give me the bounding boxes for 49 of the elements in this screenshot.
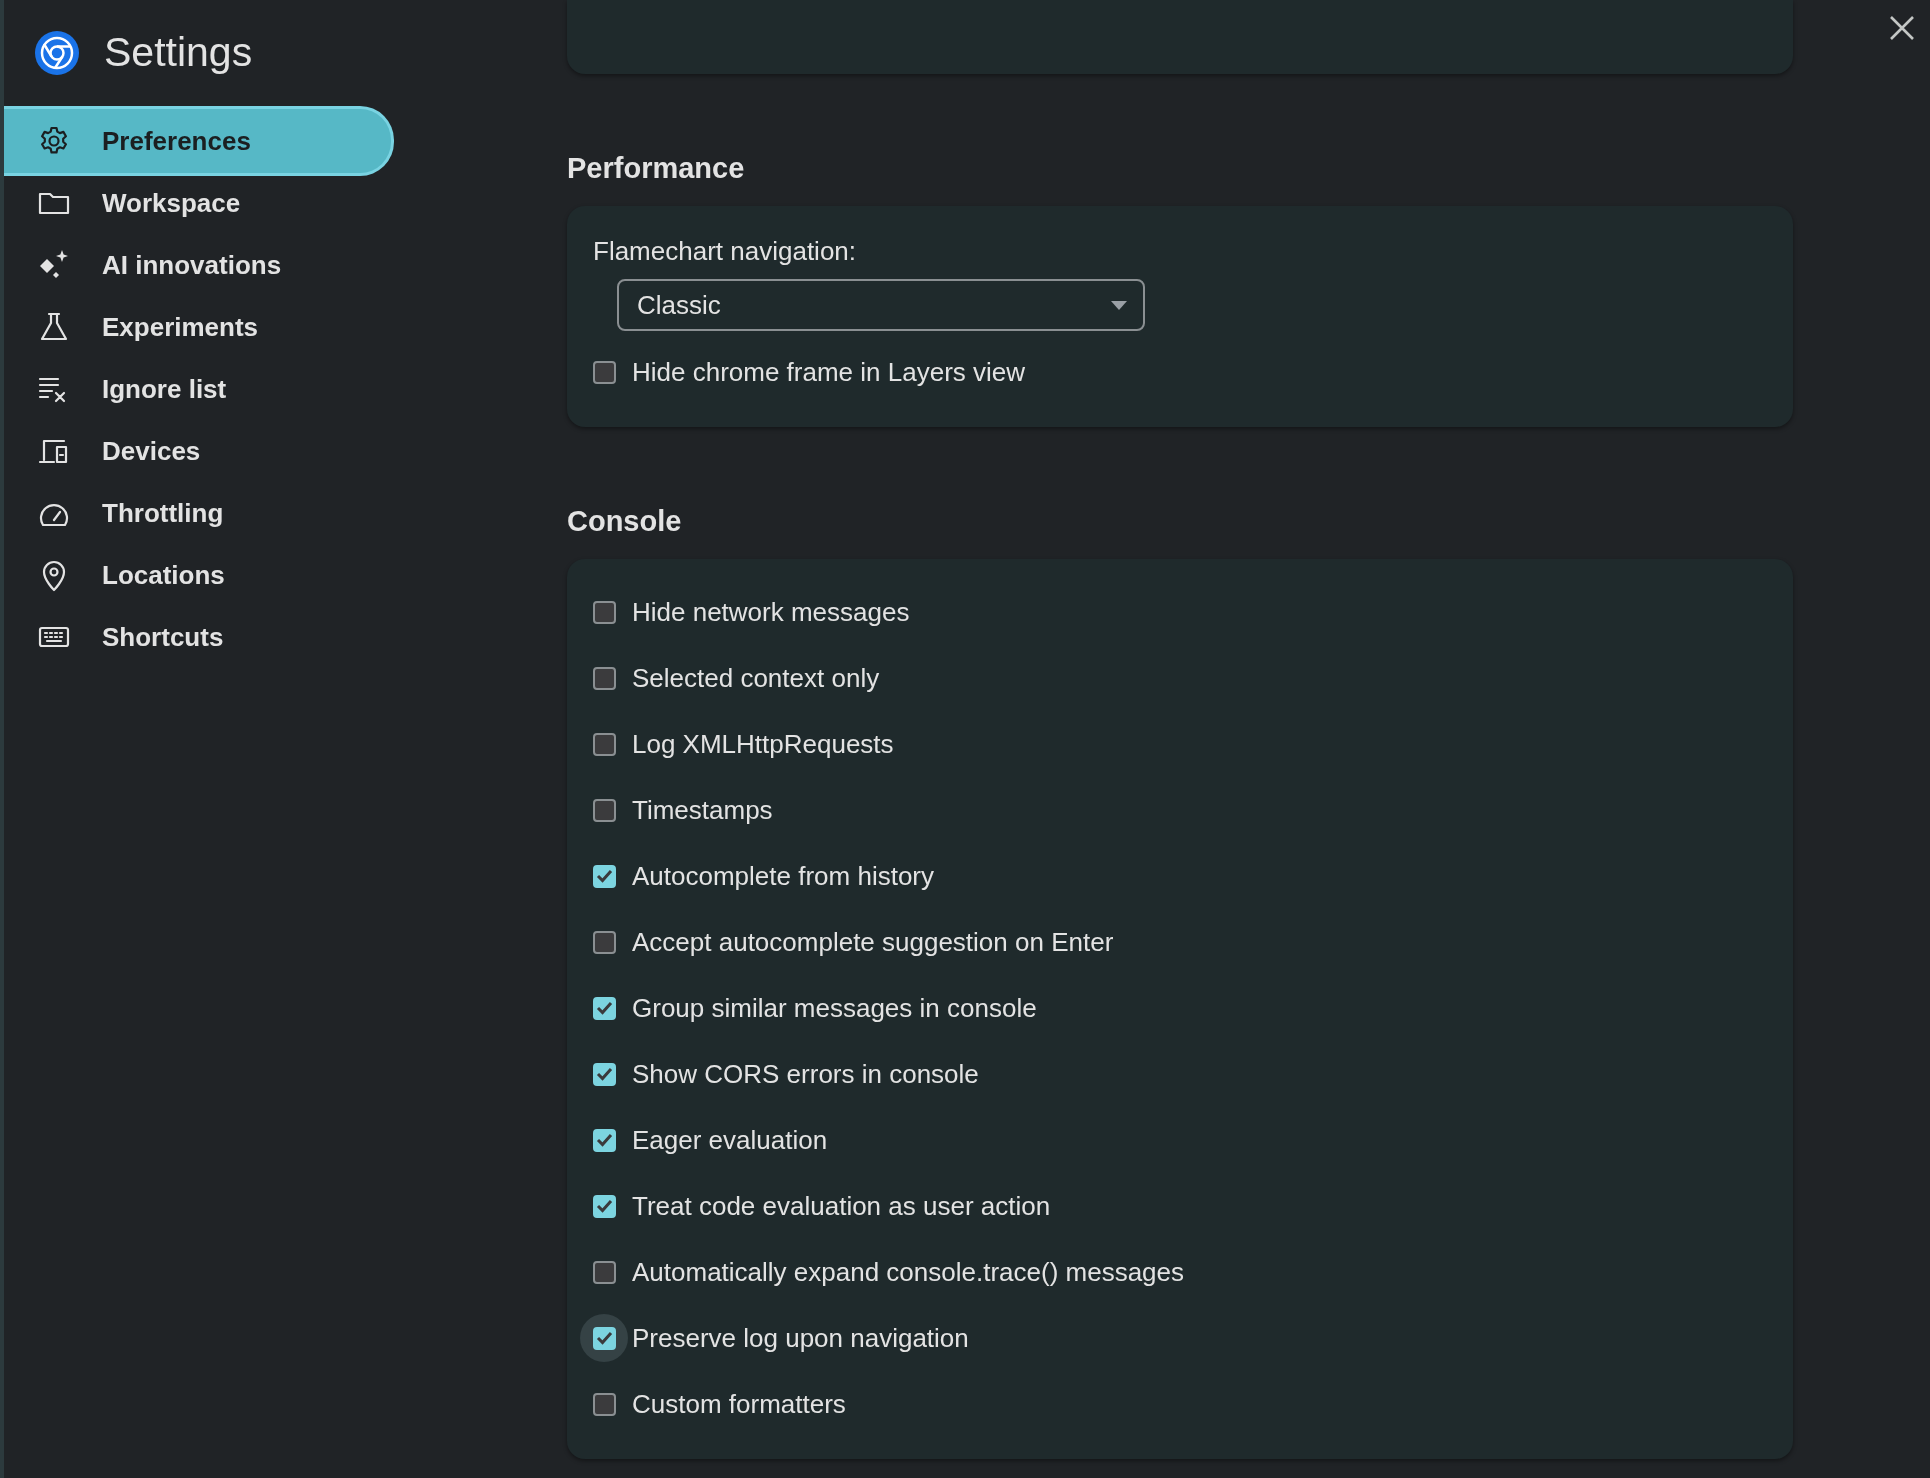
checkbox[interactable] bbox=[592, 930, 616, 954]
checkbox[interactable] bbox=[592, 1062, 616, 1086]
dropdown-label: Flamechart navigation: bbox=[593, 235, 858, 268]
browser-logo-icon bbox=[34, 30, 80, 76]
sidebar-item[interactable]: AI innovations bbox=[4, 234, 394, 296]
checkbox-label[interactable]: Automatically expand console.trace() messages bbox=[632, 1252, 1185, 1292]
checkbox[interactable] bbox=[592, 1128, 616, 1152]
section-heading: Performance bbox=[567, 151, 746, 187]
checkbox-label[interactable]: Custom formatters bbox=[632, 1384, 846, 1424]
checkbox-label[interactable]: Preserve log upon navigation bbox=[632, 1318, 969, 1358]
checkbox[interactable] bbox=[592, 1392, 616, 1416]
checkbox[interactable] bbox=[592, 1260, 616, 1284]
checkbox[interactable] bbox=[592, 1326, 616, 1350]
sidebar-item[interactable]: Devices bbox=[4, 420, 394, 482]
checkmark-icon bbox=[595, 869, 613, 883]
checkbox-label[interactable]: Treat code evaluation as user action bbox=[632, 1186, 1051, 1226]
checkmark-icon bbox=[595, 1199, 613, 1213]
checkbox[interactable] bbox=[592, 666, 616, 690]
window-title: Settings bbox=[104, 28, 253, 78]
sidebar-item[interactable]: Preferences bbox=[4, 106, 394, 176]
checkbox-label[interactable]: Log XMLHttpRequests bbox=[632, 724, 894, 764]
checkbox[interactable] bbox=[592, 360, 616, 384]
sidebar-item[interactable]: Throttling bbox=[4, 482, 394, 544]
sidebar-item[interactable]: Locations bbox=[4, 544, 394, 606]
checkbox-label[interactable]: Selected context only bbox=[632, 658, 880, 698]
checkbox-label[interactable]: Hide network messages bbox=[632, 592, 910, 632]
checkmark-icon bbox=[595, 1133, 613, 1147]
checkbox-label[interactable]: Timestamps bbox=[632, 790, 773, 830]
checkbox-label[interactable]: Autocomplete from history bbox=[632, 856, 934, 896]
checkbox[interactable] bbox=[592, 798, 616, 822]
checkbox[interactable] bbox=[592, 600, 616, 624]
sidebar-item[interactable]: Experiments bbox=[4, 296, 394, 358]
checkmark-icon bbox=[595, 1331, 613, 1345]
checkmark-icon bbox=[595, 1067, 613, 1081]
checkbox-label[interactable]: Show CORS errors in console bbox=[632, 1054, 979, 1094]
checkbox-label[interactable]: Hide chrome frame in Layers view bbox=[632, 352, 1026, 392]
caret-icon bbox=[1111, 300, 1127, 310]
checkbox-label[interactable]: Accept autocomplete suggestion on Enter bbox=[632, 922, 1114, 962]
checkbox-label[interactable]: Eager evaluation bbox=[632, 1120, 828, 1160]
checkbox[interactable] bbox=[592, 996, 616, 1020]
dropdown-select[interactable]: Classic bbox=[617, 279, 1145, 331]
section-heading: Console bbox=[567, 504, 683, 540]
sidebar-item[interactable]: Shortcuts bbox=[4, 606, 394, 668]
checkbox-label[interactable]: Group similar messages in console bbox=[632, 988, 1037, 1028]
checkbox[interactable] bbox=[592, 1194, 616, 1218]
sidebar-item[interactable]: Ignore list bbox=[4, 358, 394, 420]
checkbox[interactable] bbox=[592, 864, 616, 888]
checkbox[interactable] bbox=[592, 732, 616, 756]
checkmark-icon bbox=[595, 1001, 613, 1015]
